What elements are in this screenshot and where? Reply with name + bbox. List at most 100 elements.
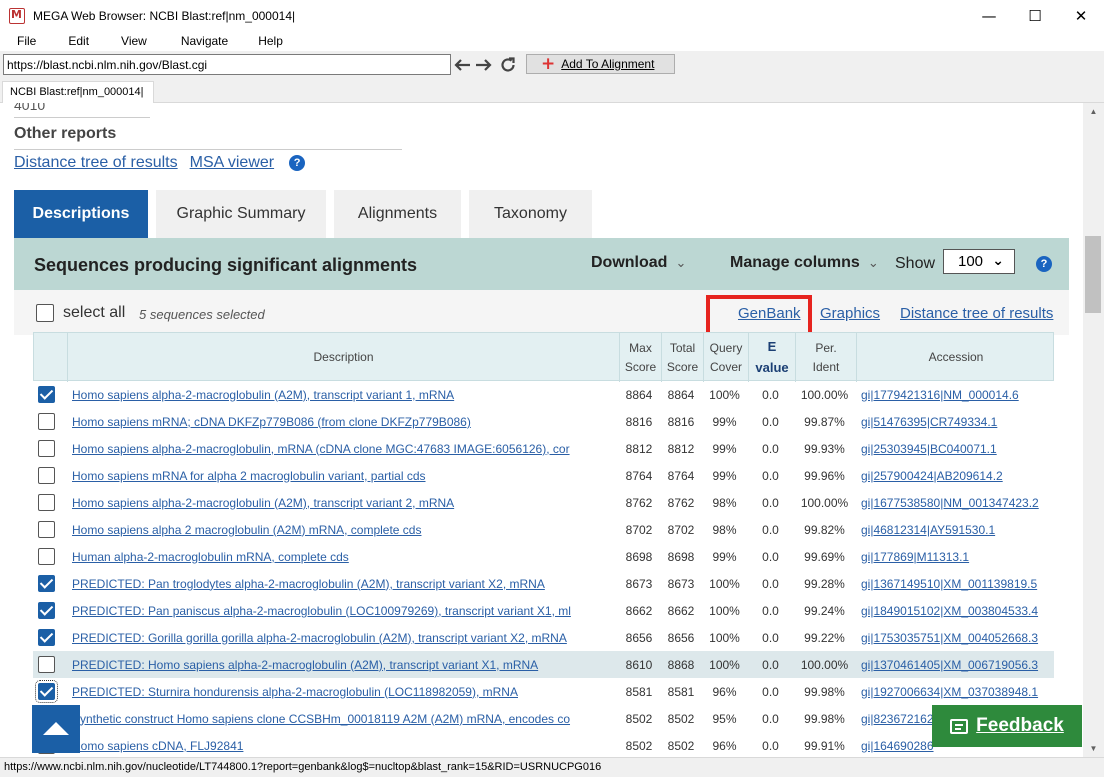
description-link[interactable]: Human alpha-2-macroglobulin mRNA, comple… — [72, 550, 349, 564]
select-all-label[interactable]: select all — [63, 304, 125, 322]
close-button[interactable]: ✕ — [1058, 0, 1104, 31]
col-query-cover[interactable]: Query Cover — [703, 333, 748, 382]
tab-taxonomy[interactable]: Taxonomy — [469, 190, 592, 238]
table-row[interactable]: Homo sapiens alpha-2-macroglobulin, mRNA… — [33, 435, 1054, 462]
description-link[interactable]: Homo sapiens alpha-2-macroglobulin (A2M)… — [72, 496, 454, 510]
feedback-button[interactable]: Feedback — [932, 705, 1082, 747]
col-per-ident[interactable]: Per. Ident — [795, 333, 856, 382]
col-max-score[interactable]: Max Score — [619, 333, 661, 382]
accession-link[interactable]: gi|1927006634|XM_037038948.1 — [861, 685, 1038, 699]
description-link[interactable]: Homo sapiens alpha-2-macroglobulin, mRNA… — [72, 442, 570, 456]
plus-icon: + — [541, 53, 556, 74]
description-link[interactable]: Homo sapiens mRNA for alpha 2 macroglobu… — [72, 469, 426, 483]
menu-file[interactable]: File — [0, 34, 52, 48]
refresh-icon[interactable] — [498, 54, 518, 75]
arrow-left-icon[interactable] — [452, 54, 472, 75]
distance-tree-link[interactable]: Distance tree of results — [14, 154, 178, 172]
description-link[interactable]: PREDICTED: Pan troglodytes alpha-2-macro… — [72, 577, 545, 591]
col-e-value[interactable]: Evalue — [748, 333, 795, 382]
table-row[interactable]: PREDICTED: Pan paniscus alpha-2-macroglo… — [33, 597, 1054, 624]
accession-link[interactable]: gi|1849015102|XM_003804533.4 — [861, 604, 1038, 618]
row-checkbox[interactable] — [38, 575, 55, 592]
table-row[interactable]: Homo sapiens cDNA, FLJ92841 8502 8502 96% 0.… — [33, 732, 1054, 757]
description-link[interactable]: Homo sapiens cDNA, FLJ92841 — [72, 739, 243, 753]
accession-link[interactable]: gi|164690286 — [861, 739, 934, 753]
distance-tree-link[interactable]: Distance tree of results — [900, 305, 1053, 322]
table-row[interactable]: Homo sapiens alpha-2-macroglobulin (A2M)… — [33, 381, 1054, 408]
description-link[interactable]: Synthetic construct Homo sapiens clone C… — [72, 712, 570, 726]
table-row[interactable]: Homo sapiens mRNA; cDNA DKFZp779B086 (fr… — [33, 408, 1054, 435]
accession-link[interactable]: gi|1677538580|NM_001347423.2 — [861, 496, 1039, 510]
table-row[interactable]: Human alpha-2-macroglobulin mRNA, comple… — [33, 543, 1054, 570]
row-checkbox[interactable] — [38, 494, 55, 511]
row-checkbox[interactable] — [38, 548, 55, 565]
description-link[interactable]: PREDICTED: Homo sapiens alpha-2-macroglo… — [72, 658, 538, 672]
accession-link[interactable]: gi|25303945|BC040071.1 — [861, 442, 997, 456]
table-row[interactable]: Homo sapiens alpha-2-macroglobulin (A2M)… — [33, 489, 1054, 516]
col-accession[interactable]: Accession — [856, 333, 1055, 382]
tab-descriptions[interactable]: Descriptions — [14, 190, 148, 238]
table-row[interactable]: Synthetic construct Homo sapiens clone C… — [33, 705, 1054, 732]
add-to-alignment-button[interactable]: + Add To Alignment — [526, 54, 675, 74]
table-row[interactable]: PREDICTED: Gorilla gorilla gorilla alpha… — [33, 624, 1054, 651]
graphics-link[interactable]: Graphics — [820, 305, 880, 322]
accession-link[interactable]: gi|1779421316|NM_000014.6 — [861, 388, 1019, 402]
accession-link[interactable]: gi|51476395|CR749334.1 — [861, 415, 997, 429]
cell-max: 8762 — [625, 495, 653, 510]
row-checkbox[interactable] — [38, 602, 55, 619]
tab-ncbi-blast[interactable]: NCBI Blast:ref|nm_000014| — [2, 81, 154, 104]
tab-graphic-summary[interactable]: Graphic Summary — [156, 190, 326, 238]
manage-columns-dropdown[interactable]: Manage columns ⌄ — [730, 254, 879, 272]
minimize-button[interactable]: — — [966, 0, 1012, 31]
description-link[interactable]: PREDICTED: Pan paniscus alpha-2-macroglo… — [72, 604, 571, 618]
download-dropdown[interactable]: Download ⌄ — [591, 254, 686, 272]
help-icon[interactable]: ? — [289, 155, 306, 171]
select-all-checkbox[interactable] — [36, 304, 54, 322]
accession-link[interactable]: gi|46812314|AY591530.1 — [861, 523, 995, 537]
table-row[interactable]: Homo sapiens mRNA for alpha 2 macroglobu… — [33, 462, 1054, 489]
scroll-down-arrow-icon[interactable]: ▼ — [1083, 740, 1104, 757]
scrollbar-thumb[interactable] — [1085, 236, 1101, 313]
results-tabs: Descriptions Graphic Summary Alignments … — [14, 190, 600, 238]
table-row[interactable]: Homo sapiens alpha 2 macroglobulin (A2M)… — [33, 516, 1054, 543]
row-checkbox[interactable] — [38, 413, 55, 430]
help-icon[interactable]: ? — [1036, 256, 1052, 272]
accession-link[interactable]: gi|1367149510|XM_001139819.5 — [861, 577, 1037, 591]
accession-link[interactable]: gi|823672162 — [861, 712, 934, 726]
accession-link[interactable]: gi|1370461405|XM_006719056.3 — [861, 658, 1038, 672]
tab-alignments[interactable]: Alignments — [334, 190, 461, 238]
url-input[interactable]: https://blast.ncbi.nlm.nih.gov/Blast.cgi — [3, 54, 451, 75]
description-link[interactable]: Homo sapiens alpha 2 macroglobulin (A2M)… — [72, 523, 421, 537]
accession-link[interactable]: gi|257900424|AB209614.2 — [861, 469, 1003, 483]
description-link[interactable]: PREDICTED: Gorilla gorilla gorilla alpha… — [72, 631, 567, 645]
menu-help[interactable]: Help — [244, 34, 299, 48]
table-row[interactable]: PREDICTED: Homo sapiens alpha-2-macroglo… — [33, 651, 1054, 678]
scroll-up-arrow-icon[interactable]: ▲ — [1083, 103, 1104, 120]
menu-edit[interactable]: Edit — [52, 34, 105, 48]
menu-navigate[interactable]: Navigate — [163, 34, 244, 48]
row-checkbox[interactable] — [38, 629, 55, 646]
description-link[interactable]: Homo sapiens alpha-2-macroglobulin (A2M)… — [72, 388, 454, 402]
row-checkbox[interactable] — [38, 656, 55, 673]
row-checkbox[interactable] — [38, 521, 55, 538]
row-checkbox[interactable] — [38, 467, 55, 484]
row-checkbox[interactable] — [38, 440, 55, 457]
row-checkbox[interactable] — [38, 386, 55, 403]
maximize-button[interactable]: ☐ — [1012, 0, 1058, 31]
scroll-to-top-button[interactable] — [32, 705, 80, 753]
menu-view[interactable]: View — [105, 34, 163, 48]
vertical-scrollbar[interactable]: ▲ ▼ — [1083, 103, 1104, 757]
show-count-select[interactable]: 100 ⌄ — [943, 249, 1015, 274]
msa-viewer-link[interactable]: MSA viewer — [190, 154, 274, 172]
accession-link[interactable]: gi|1753035751|XM_004052668.3 — [861, 631, 1038, 645]
cell-cover: 99% — [712, 414, 737, 429]
accession-link[interactable]: gi|177869|M11313.1 — [861, 550, 969, 564]
arrow-right-icon[interactable] — [474, 54, 494, 75]
col-total-score[interactable]: Total Score — [661, 333, 703, 382]
col-description[interactable]: Description — [67, 333, 619, 382]
description-link[interactable]: Homo sapiens mRNA; cDNA DKFZp779B086 (fr… — [72, 415, 471, 429]
table-row[interactable]: PREDICTED: Sturnira hondurensis alpha-2-… — [33, 678, 1054, 705]
table-row[interactable]: PREDICTED: Pan troglodytes alpha-2-macro… — [33, 570, 1054, 597]
description-link[interactable]: PREDICTED: Sturnira hondurensis alpha-2-… — [72, 685, 518, 699]
row-checkbox[interactable] — [35, 680, 58, 703]
